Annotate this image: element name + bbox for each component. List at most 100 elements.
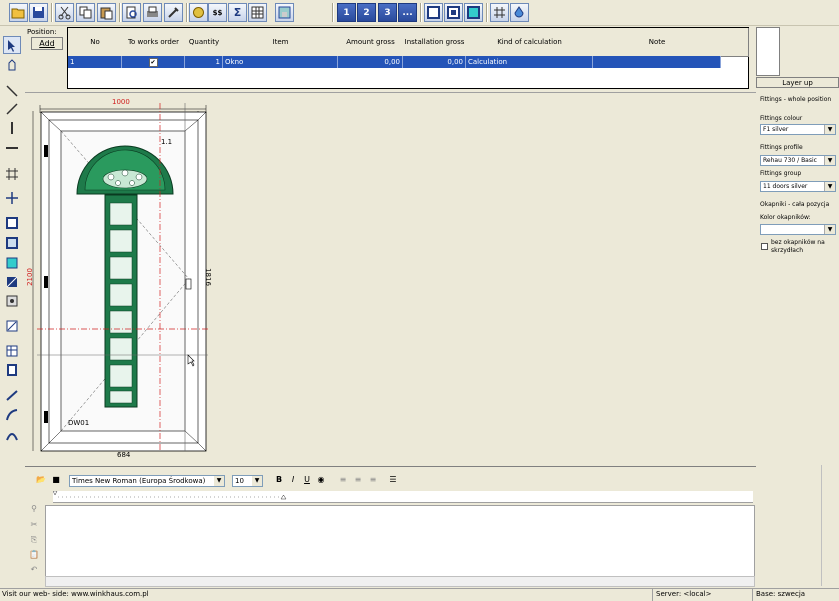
sash-tool-icon[interactable] <box>3 234 21 252</box>
works-order-checkbox[interactable]: ✔ <box>148 58 158 67</box>
cell-kind: Calculation <box>466 56 593 68</box>
layer-up-button[interactable]: Layer up <box>756 77 839 88</box>
find-icon[interactable]: ⚲ <box>28 503 40 515</box>
cut-icon[interactable]: ✂ <box>28 519 40 531</box>
column-header-no[interactable]: No <box>68 28 123 57</box>
add-position-button[interactable]: Add <box>31 37 63 50</box>
vent-tool-icon[interactable] <box>3 292 21 310</box>
split-icon[interactable] <box>3 189 21 207</box>
ruler[interactable] <box>52 490 753 503</box>
view-more-button[interactable]: ... <box>398 3 417 22</box>
select-arrow-icon[interactable] <box>3 36 21 54</box>
column-header-kind[interactable]: Kind of calculation <box>466 28 594 57</box>
shape-tool-icon[interactable] <box>3 361 21 379</box>
window-calc-icon[interactable] <box>275 3 294 22</box>
fittings-group-value: 11 doors silver <box>763 183 808 190</box>
frame-tool-icon[interactable] <box>3 214 21 232</box>
paste-icon[interactable] <box>97 3 116 22</box>
window-drawing[interactable] <box>25 93 756 463</box>
column-header-works-order[interactable]: To works order <box>122 28 186 57</box>
table-row[interactable]: 1 ✔ 1 Okno 0,00 0,00 Calculation <box>68 56 721 68</box>
view-1-button[interactable]: 1 <box>337 3 356 22</box>
sum-button[interactable]: Σ <box>228 3 247 22</box>
bold-button[interactable]: B <box>273 474 285 486</box>
kolor-okapnikow-label: Kolor okapników: <box>760 214 811 221</box>
vertical-scrollbar[interactable] <box>821 465 839 586</box>
glass-tool-icon[interactable] <box>3 254 21 272</box>
font-select[interactable]: Times New Roman (Europa Środkowa) ▼ <box>69 475 225 487</box>
arc-tool-icon[interactable] <box>3 426 21 444</box>
paste-icon[interactable]: 📋 <box>28 549 40 561</box>
chevron-down-icon[interactable]: ▼ <box>824 182 835 191</box>
grid-icon[interactable] <box>490 3 509 22</box>
chevron-down-icon[interactable]: ▼ <box>252 476 262 486</box>
drawing-canvas[interactable]: 1000 684 2100 1816 1.1 DW01 <box>25 92 756 462</box>
save-icon[interactable] <box>29 3 48 22</box>
notes-text-area[interactable] <box>45 505 755 577</box>
cut-icon[interactable] <box>55 3 74 22</box>
open-folder-icon[interactable] <box>9 3 28 22</box>
table-icon[interactable] <box>248 3 267 22</box>
fittings-group-select[interactable]: 11 doors silver ▼ <box>760 181 836 192</box>
font-size-select[interactable]: 10 ▼ <box>232 475 263 487</box>
print-icon[interactable] <box>143 3 162 22</box>
panel-tool-icon[interactable] <box>3 273 21 291</box>
fittings-profile-label: Fittings profile <box>760 144 803 151</box>
curve-tool-icon[interactable] <box>3 406 21 424</box>
currency-icon[interactable] <box>189 3 208 22</box>
open-folder-icon[interactable]: 📂 <box>35 474 47 486</box>
view-3-button[interactable]: 3 <box>378 3 397 22</box>
view-2-button[interactable]: 2 <box>357 3 376 22</box>
save-icon[interactable]: ■ <box>50 474 62 486</box>
line-icon[interactable] <box>3 100 21 118</box>
italic-button[interactable]: I <box>287 474 299 486</box>
sash-view-icon[interactable] <box>444 3 463 22</box>
fill-icon[interactable] <box>510 3 529 22</box>
column-header-installation[interactable]: Installation gross <box>403 28 467 57</box>
copy-icon[interactable] <box>76 3 95 22</box>
vertical-mullion-icon[interactable] <box>3 119 21 137</box>
align-center-icon[interactable]: ≡ <box>352 474 364 486</box>
undo-icon[interactable]: ↶ <box>28 564 40 576</box>
cross-grid-icon[interactable] <box>3 165 21 183</box>
align-left-icon[interactable]: ≡ <box>337 474 349 486</box>
website-status: Visit our web- side: www.winkhaus.com.pl <box>2 590 149 598</box>
glass-view-icon[interactable] <box>464 3 483 22</box>
align-right-icon[interactable]: ≡ <box>367 474 379 486</box>
arch-tool-icon[interactable] <box>3 317 21 335</box>
chevron-down-icon[interactable]: ▼ <box>824 125 835 134</box>
dimension-width-bottom: 684 <box>117 451 131 459</box>
column-header-item[interactable]: Item <box>223 28 339 57</box>
pan-hand-icon[interactable] <box>3 56 21 74</box>
frame-view-icon[interactable] <box>424 3 443 22</box>
fittings-colour-value: F1 silver <box>763 126 789 133</box>
bullet-list-icon[interactable]: ☰ <box>387 474 399 486</box>
cell-works-order[interactable]: ✔ <box>122 56 185 68</box>
column-header-spacer <box>721 28 749 57</box>
slope-tool-icon[interactable] <box>3 386 21 404</box>
tools-icon[interactable] <box>164 3 183 22</box>
fittings-profile-select[interactable]: Rehau 730 / Basic ▼ <box>760 155 836 166</box>
text-color-icon[interactable]: ◉ <box>315 474 327 486</box>
cell-note <box>593 56 721 68</box>
column-header-note[interactable]: Note <box>593 28 722 57</box>
kolor-okapnikow-select[interactable]: ▼ <box>760 224 836 235</box>
underline-button[interactable]: U <box>301 474 313 486</box>
chevron-down-icon[interactable]: ▼ <box>824 156 835 165</box>
money-button[interactable]: $$ <box>208 3 227 22</box>
bez-okapnikow-checkbox[interactable] <box>761 243 768 250</box>
print-preview-icon[interactable] <box>122 3 141 22</box>
cell-quantity: 1 <box>185 56 223 68</box>
bez-okapnikow-label: bez okapników na skrzydłach <box>771 239 825 254</box>
horizontal-scrollbar[interactable] <box>45 576 755 587</box>
column-header-amount[interactable]: Amount gross <box>338 28 404 57</box>
fittings-colour-select[interactable]: F1 silver ▼ <box>760 124 836 135</box>
chevron-down-icon[interactable]: ▼ <box>214 476 224 486</box>
copy-icon[interactable]: ⎘ <box>28 534 40 546</box>
status-bar: Visit our web- side: www.winkhaus.com.pl… <box>0 588 839 601</box>
column-header-quantity[interactable]: Quantity <box>185 28 224 57</box>
bar-tool-icon[interactable] <box>3 342 21 360</box>
diagonal-line-icon[interactable] <box>3 82 21 100</box>
horizontal-transom-icon[interactable] <box>3 139 21 157</box>
chevron-down-icon[interactable]: ▼ <box>824 225 835 234</box>
